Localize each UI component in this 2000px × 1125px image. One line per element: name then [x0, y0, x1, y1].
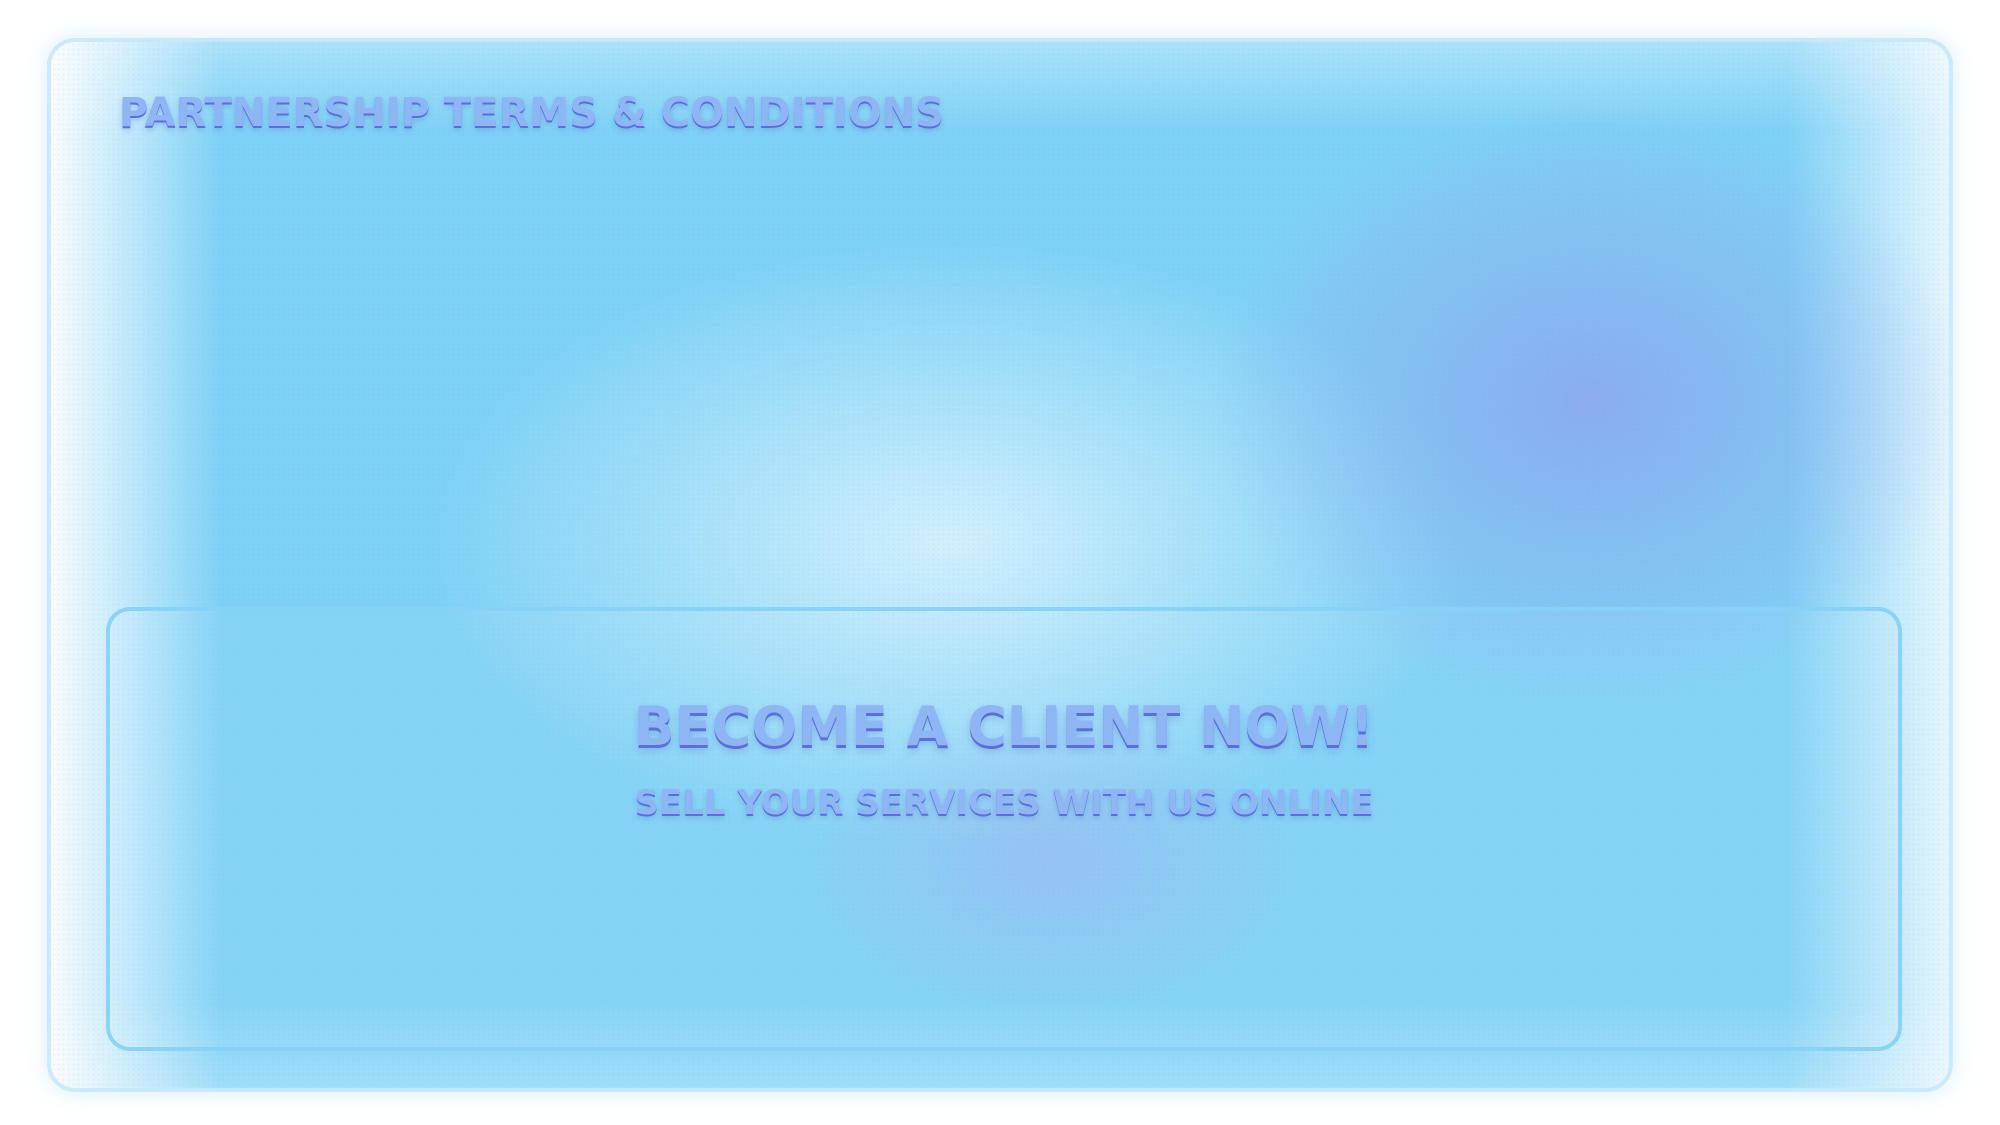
gradient-card: PARTNERSHIP TERMS & CONDITIONS BECOME A … [47, 38, 1953, 1092]
page: PARTNERSHIP TERMS & CONDITIONS BECOME A … [0, 0, 2000, 1125]
cta-panel: BECOME A CLIENT NOW! SELL YOUR SERVICES … [106, 607, 1902, 1051]
cta-title: BECOME A CLIENT NOW! [633, 695, 1375, 758]
cta-subtitle: SELL YOUR SERVICES WITH US ONLINE [634, 783, 1374, 823]
page-title: PARTNERSHIP TERMS & CONDITIONS [119, 90, 945, 136]
